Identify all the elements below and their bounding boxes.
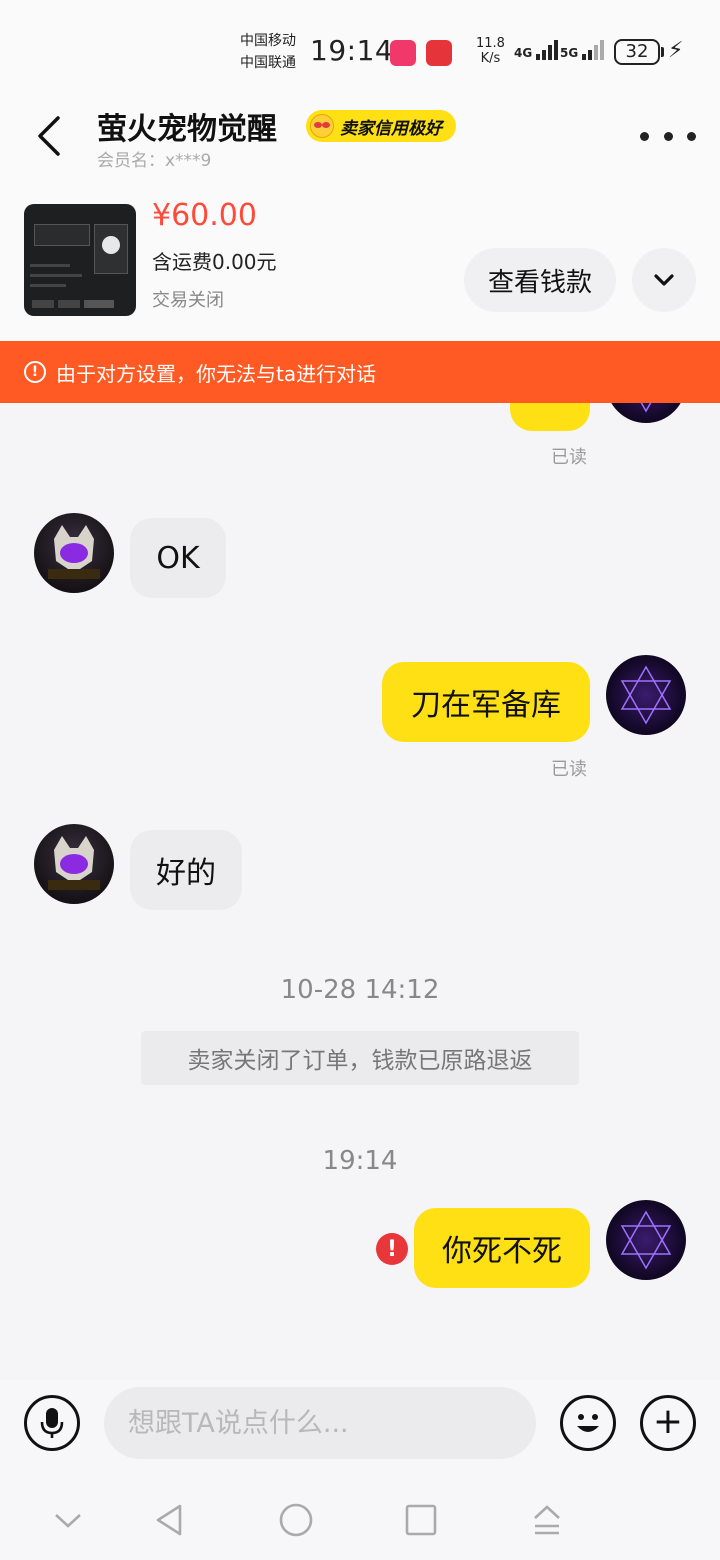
network-speed-unit: K/s [480, 51, 501, 66]
carrier-info: 中国移动 中国联通 [240, 30, 296, 74]
heart-eyes-emoji-icon [310, 114, 334, 138]
chevron-down-icon [654, 274, 674, 286]
seller-avatar[interactable] [34, 513, 114, 593]
more-actions-button[interactable]: + [640, 1395, 696, 1451]
signal-bars-icon [582, 38, 605, 60]
nav-recents-icon[interactable] [401, 1500, 441, 1540]
emoji-button[interactable] [560, 1395, 616, 1451]
message-bubble-sent[interactable]: 你死不死 [414, 1208, 590, 1288]
timestamp: 19:14 [322, 1146, 398, 1176]
signal-1-label: 4G [514, 46, 533, 60]
send-failed-icon[interactable]: ! [376, 1233, 408, 1265]
seller-name: 萤火宠物觉醒 [97, 112, 277, 147]
signal-2-label: 5G [560, 46, 579, 60]
message-bubble-received[interactable]: OK [130, 518, 226, 598]
product-price: ¥60.00 [152, 198, 257, 233]
microphone-icon [40, 1408, 64, 1438]
my-avatar[interactable] [606, 655, 686, 735]
charging-icon: ⚡ [668, 38, 684, 63]
hide-keyboard-icon[interactable] [48, 1500, 88, 1540]
system-message: 卖家关闭了订单，钱款已原路退返 [141, 1031, 579, 1085]
message-input[interactable] [104, 1387, 536, 1459]
nav-menu-icon[interactable] [527, 1500, 567, 1540]
chat-messages[interactable]: 已读 OK 刀在军备库 已读 好的 10-28 14:12 卖家关闭了订单，钱款… [0, 403, 720, 1380]
bilibili-app-icon [390, 40, 416, 66]
battery-level: 32 [614, 39, 660, 65]
battery-tip [661, 47, 664, 57]
signal-bars-icon [536, 38, 559, 60]
expand-button[interactable] [632, 248, 696, 312]
my-avatar[interactable] [606, 1200, 686, 1280]
voice-input-button[interactable] [24, 1395, 80, 1451]
view-payment-button[interactable]: 查看钱款 [464, 248, 616, 312]
back-arrow-icon[interactable] [32, 114, 72, 158]
warning-text: 由于对方设置，你无法与ta进行对话 [56, 361, 377, 386]
alert-circle-icon: ! [24, 361, 46, 383]
read-receipt: 已读 [551, 759, 587, 780]
nav-back-icon[interactable] [150, 1500, 190, 1540]
seller-avatar[interactable] [34, 824, 114, 904]
more-options-icon[interactable] [640, 126, 696, 146]
message-bubble-received[interactable]: 好的 [130, 830, 242, 910]
message-bubble-partial[interactable] [510, 403, 590, 431]
network-speed-value: 11.8 [476, 36, 505, 51]
member-name: 会员名：x***9 [97, 151, 212, 171]
trade-status: 交易关闭 [152, 290, 224, 311]
my-avatar[interactable] [606, 403, 686, 423]
shipping-info: 含运费0.00元 [152, 250, 277, 274]
read-receipt: 已读 [551, 447, 587, 468]
product-thumbnail[interactable] [24, 204, 136, 316]
smiley-icon [577, 1414, 599, 1432]
network-speed: 11.8 K/s [476, 36, 505, 66]
message-bubble-sent[interactable]: 刀在军备库 [382, 662, 590, 742]
carrier-1: 中国移动 [240, 33, 296, 49]
signal-1: 4G [514, 38, 559, 60]
nav-home-icon[interactable] [276, 1500, 316, 1540]
credit-badge[interactable]: 卖家信用极好 [306, 110, 456, 142]
huawei-app-icon [426, 40, 452, 66]
credit-badge-label: 卖家信用极好 [340, 118, 442, 139]
timestamp: 10-28 14:12 [280, 975, 440, 1005]
signal-2: 5G [560, 38, 605, 60]
carrier-2: 中国联通 [240, 55, 296, 71]
warning-banner: ! 由于对方设置，你无法与ta进行对话 [0, 341, 720, 403]
status-clock: 19:14 [310, 34, 394, 67]
